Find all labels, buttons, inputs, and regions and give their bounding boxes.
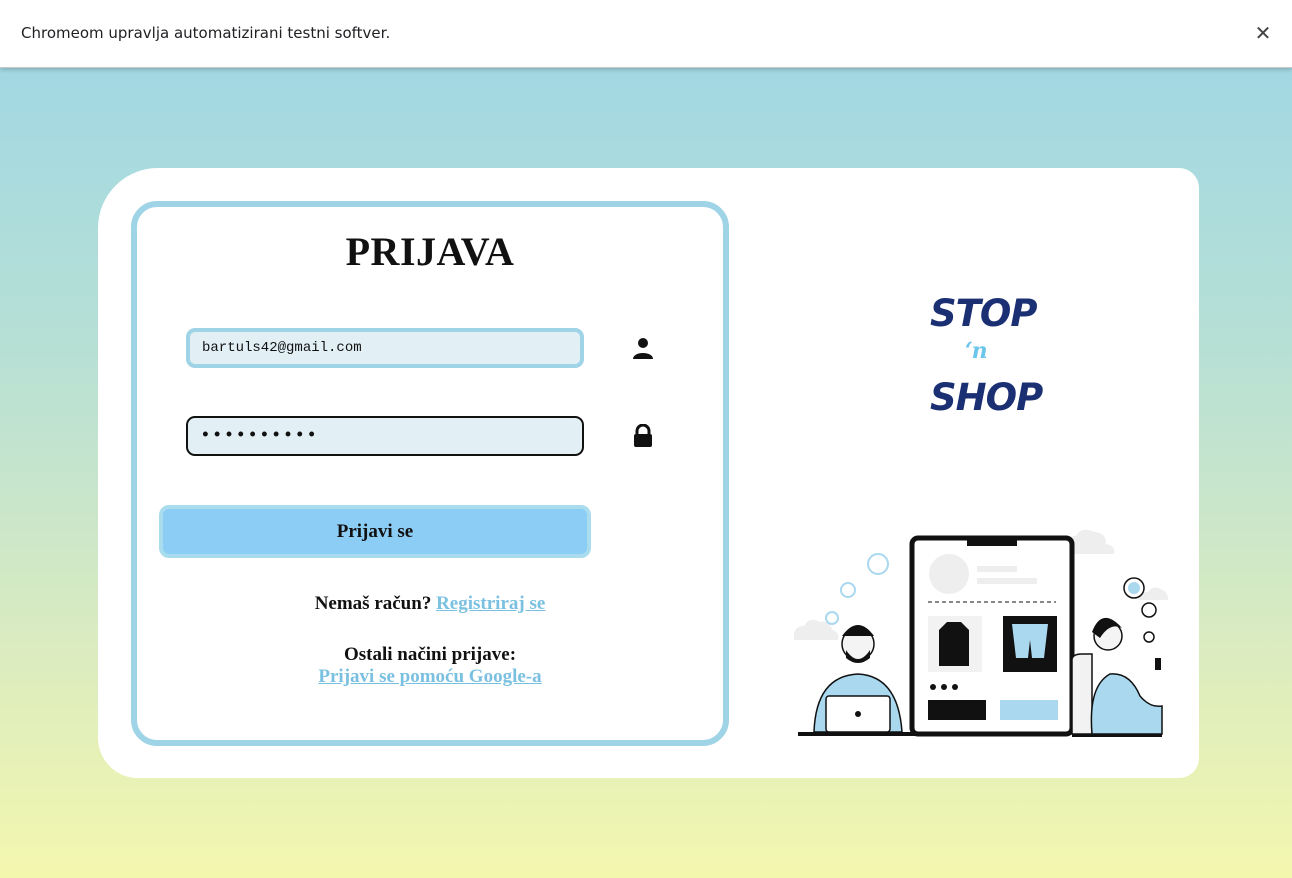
no-account-text: Nemaš račun? bbox=[314, 593, 432, 614]
google-login-link[interactable]: Prijavi se pomoću Google-a bbox=[318, 666, 541, 687]
other-methods-label: Ostali načini prijave: bbox=[343, 644, 517, 665]
login-button[interactable]: Prijavi se bbox=[159, 505, 591, 558]
page-title: PRIJAVA bbox=[345, 229, 515, 274]
user-icon bbox=[633, 338, 653, 359]
automation-infobar: Chromeom upravlja automatizirani testni … bbox=[0, 0, 1292, 68]
email-field[interactable] bbox=[186, 328, 584, 368]
close-icon[interactable]: ✕ bbox=[1250, 20, 1276, 46]
shopping-illustration bbox=[794, 529, 1168, 737]
register-prompt: Nemaš račun? Registriraj se bbox=[131, 593, 729, 615]
logo-line-stop: STOP bbox=[930, 292, 1037, 335]
lock-icon bbox=[634, 424, 652, 447]
register-link[interactable]: Registriraj se bbox=[436, 593, 545, 614]
password-field[interactable] bbox=[186, 416, 584, 456]
logo-line-shop: SHOP bbox=[930, 376, 1043, 419]
brand-logo: STOP ‘n SHOP bbox=[920, 292, 1043, 422]
logo-line-n: ‘n bbox=[965, 338, 988, 364]
google-login-wrapper: Prijavi se pomoću Google-a bbox=[131, 666, 729, 688]
infobar-message: Chromeom upravlja automatizirani testni … bbox=[21, 24, 391, 42]
